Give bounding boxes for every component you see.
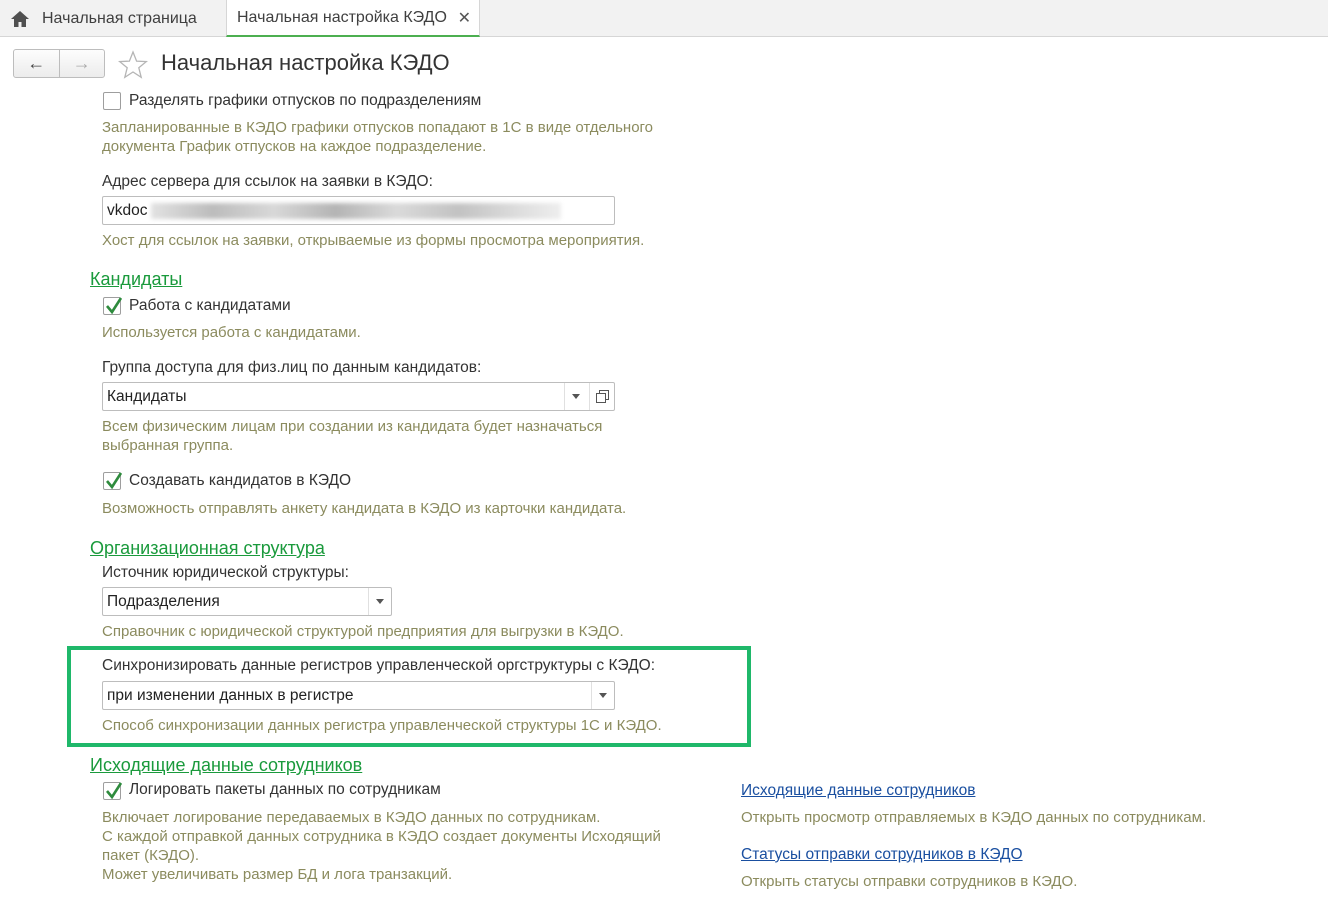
legal-structure-source-value: Подразделения [107,593,220,610]
access-group-hint-2: выбранная группа. [102,437,234,454]
server-address-value: vkdoc [107,202,148,219]
work-with-candidates-hint: Используется работа с кандидатами. [102,324,361,341]
access-group-hint-1: Всем физическим лицам при создании из ка… [102,418,603,435]
dropdown-arrow-icon [572,394,580,399]
server-address-input[interactable]: vkdoc [102,196,615,225]
legal-structure-source-field[interactable]: Подразделения [102,587,392,616]
sync-registers-field[interactable]: при изменении данных в регистре [102,681,615,710]
log-packets-hint-4: Может увеличивать размер БД и лога транз… [102,866,453,883]
legal-structure-dropdown-button[interactable] [368,588,391,615]
access-group-dropdown-button[interactable] [564,383,587,410]
tab-initial-setup[interactable]: Начальная настройка КЭДО ✕ [226,0,480,37]
dropdown-arrow-icon [599,693,607,698]
checkmark-icon [106,782,123,800]
server-address-label: Адрес сервера для ссылок на заявки в КЭД… [102,173,433,190]
tab-initial-setup-label: Начальная настройка КЭДО [237,8,447,26]
page-title: Начальная настройка КЭДО [161,50,450,75]
checkmark-icon [106,297,123,315]
tab-home[interactable]: Начальная страница [0,0,222,37]
dropdown-arrow-icon [376,599,384,604]
work-with-candidates-label: Работа с кандидатами [129,297,291,314]
split-vacation-checkbox[interactable] [103,92,121,110]
create-candidates-label: Создавать кандидатов в КЭДО [129,472,352,489]
back-arrow-icon: ← [27,53,46,73]
access-group-open-button[interactable] [589,383,614,410]
sync-registers-hint: Способ синхронизации данных регистра упр… [102,717,662,734]
log-packets-checkbox[interactable] [103,782,123,800]
create-candidates-hint: Возможность отправлять анкету кандидата … [102,500,627,517]
outgoing-data-link-hint: Открыть просмотр отправляемых в КЭДО дан… [741,809,1207,826]
send-statuses-link[interactable]: Статусы отправки сотрудников в КЭДО [741,846,1023,864]
log-packets-label: Логировать пакеты данных по сотрудникам [129,781,441,798]
server-address-hint: Хост для ссылок на заявки, открываемые и… [102,232,645,249]
redacted-blur [151,203,561,219]
home-icon [11,10,29,27]
log-packets-hint-3: пакет (КЭДО). [102,847,200,864]
section-org-structure[interactable]: Организационная структура [90,538,325,559]
tab-bar: Начальная страница Начальная настройка К… [0,0,1328,37]
split-vacation-hint-1: Запланированные в КЭДО графики отпусков … [102,119,654,136]
outgoing-data-link[interactable]: Исходящие данные сотрудников [741,782,975,800]
section-candidates[interactable]: Кандидаты [90,269,182,290]
legal-structure-source-label: Источник юридической структуры: [102,564,349,581]
access-group-value: Кандидаты [107,388,187,405]
log-packets-hint-1: Включает логирование передаваемых в КЭДО… [102,809,601,826]
close-icon[interactable]: ✕ [458,8,471,28]
tab-home-label: Начальная страница [42,9,197,27]
split-vacation-hint-2: документа График отпусков на каждое подр… [102,138,487,155]
create-candidates-checkbox[interactable] [103,472,123,490]
forward-button[interactable]: → [58,50,105,77]
forward-arrow-icon: → [72,53,91,73]
checkmark-icon [106,472,123,490]
sync-registers-value: при изменении данных в регистре [107,687,354,704]
section-outgoing-data[interactable]: Исходящие данные сотрудников [90,755,362,776]
split-vacation-label: Разделять графики отпусков по подразделе… [129,92,482,109]
sync-registers-dropdown-button[interactable] [591,682,614,709]
sync-registers-label: Синхронизировать данные регистров управл… [102,657,655,674]
access-group-label: Группа доступа для физ.лиц по данным кан… [102,359,482,376]
log-packets-hint-2: С каждой отправкой данных сотрудника в К… [102,828,661,845]
open-form-icon [595,390,609,403]
star-icon[interactable] [117,49,149,81]
legal-structure-hint: Справочник с юридической структурой пред… [102,623,624,640]
back-button[interactable]: ← [14,50,59,77]
work-with-candidates-checkbox[interactable] [103,297,123,315]
access-group-field[interactable]: Кандидаты [102,382,615,411]
navigation-buttons: ← → [13,49,105,78]
send-statuses-link-hint: Открыть статусы отправки сотрудников в К… [741,873,1078,890]
